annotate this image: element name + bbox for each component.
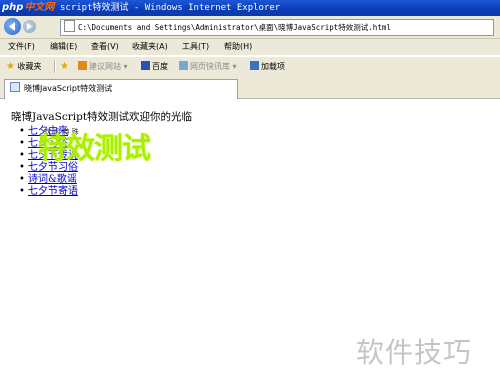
web-slice-label: 网页快讯库 (190, 62, 230, 71)
list-item: 诗词&歌谣 (19, 174, 78, 186)
list-item: 七夕节寄语 (19, 186, 78, 198)
menu-view[interactable]: 查看(V) (91, 39, 119, 55)
suggested-sites-label: 建议网站 (89, 62, 121, 71)
page-icon (64, 20, 75, 32)
window-title: script特效测试 - Windows Internet Explorer (60, 3, 281, 13)
watermark-text: 软件技巧 (356, 336, 473, 369)
menu-edit[interactable]: 编辑(E) (50, 39, 77, 55)
web-slice-icon (179, 61, 188, 70)
link-poems-songs[interactable]: 诗词&歌谣 (28, 174, 77, 185)
link-qixi-festival-customs[interactable]: 七夕节习俗 (28, 162, 78, 173)
back-button[interactable] (4, 18, 21, 35)
favorites-button[interactable]: ★ 收藏夹 (6, 57, 42, 76)
list-item: 七夕由来 (19, 126, 78, 138)
link-qixi-messages[interactable]: 七夕节寄语 (28, 186, 78, 197)
url-text: C:\Documents and Settings\Administrator\… (78, 23, 391, 32)
url-field[interactable]: C:\Documents and Settings\Administrator\… (60, 19, 494, 36)
forward-button[interactable] (23, 20, 36, 33)
link-qixi-customs[interactable]: 七夕习俗 (28, 138, 68, 149)
menu-bar: 文件(F) 编辑(E) 查看(V) 收藏夹(A) 工具(T) 帮助(H) (0, 39, 500, 55)
favorites-star-icon: ★ (6, 61, 15, 72)
dropdown-arrow-icon: ▾ (232, 62, 237, 71)
menu-favorites[interactable]: 收藏夹(A) (132, 39, 168, 55)
welcome-text: 晓博JavaScript特效测试欢迎你的光临 (11, 111, 193, 123)
add-favorite-button[interactable]: ★ (60, 57, 69, 76)
favorites-toolbar: ★ 收藏夹 ★ 建议网站 ▾ 百度 网页快讯库 ▾ 加载项 (0, 56, 500, 77)
suggested-sites-icon (78, 61, 87, 70)
add-favorite-icon: ★ (60, 61, 69, 72)
tab-current[interactable]: 晓博JavaScript特效测试 (4, 79, 238, 99)
logo-prefix: php (2, 2, 24, 13)
add-ons-button[interactable]: 加载项 (250, 57, 285, 76)
page-icon (10, 82, 20, 92)
menu-help[interactable]: 帮助(H) (224, 39, 252, 55)
list-item: 七夕节传说 (19, 150, 78, 162)
baidu-label: 百度 (152, 62, 168, 71)
toolbar-divider (54, 60, 56, 73)
tab-strip: 晓博JavaScript特效测试 (0, 76, 500, 99)
add-ons-icon (250, 61, 259, 70)
menu-file[interactable]: 文件(F) (8, 39, 35, 55)
baidu-icon (141, 61, 150, 70)
back-arrow-icon (9, 22, 15, 31)
favorites-label: 收藏夹 (17, 62, 42, 71)
address-bar: C:\Documents and Settings\Administrator\… (0, 16, 500, 39)
site-logo-watermark: php中文网 (0, 0, 60, 16)
list-item: 七夕节习俗 (19, 162, 78, 174)
title-bar: php中文网 script特效测试 - Windows Internet Exp… (0, 0, 500, 16)
link-qixi-origin[interactable]: 七夕由来 (28, 126, 68, 137)
menu-tools[interactable]: 工具(T) (182, 39, 209, 55)
forward-arrow-icon (27, 23, 32, 30)
suggested-sites-button[interactable]: 建议网站 ▾ (78, 57, 128, 76)
list-item: 七夕习俗 (19, 138, 78, 150)
page-content: 晓博JavaScript特效测试欢迎你的光临 七夕由来 七夕习俗 七夕节传说 七… (0, 99, 500, 387)
web-slice-button[interactable]: 网页快讯库 ▾ (179, 57, 237, 76)
add-ons-label: 加载项 (261, 62, 285, 71)
baidu-link[interactable]: 百度 (141, 57, 168, 76)
tab-label: 晓博JavaScript特效测试 (24, 84, 113, 93)
dropdown-arrow-icon: ▾ (123, 62, 128, 71)
link-qixi-legend[interactable]: 七夕节传说 (28, 150, 78, 161)
logo-suffix: 中文网 (24, 2, 55, 13)
link-list: 七夕由来 七夕习俗 七夕节传说 七夕节习俗 诗词&歌谣 七夕节寄语 (19, 126, 78, 198)
